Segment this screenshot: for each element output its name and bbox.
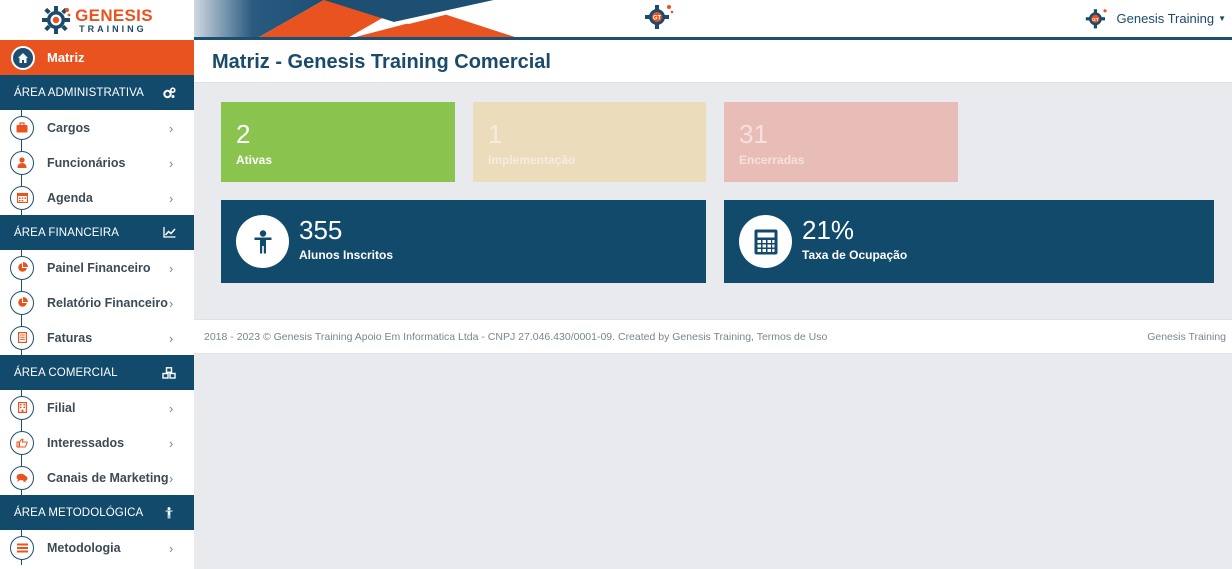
section-title: ÁREA ADMINISTRATIVA <box>14 86 144 99</box>
pie-chart-icon <box>10 290 34 315</box>
section-area-metodologica: ÁREA METODOLÓGICA <box>0 495 194 530</box>
sidebar: Matriz ÁREA ADMINISTRATIVA Cargos › Func… <box>0 40 194 569</box>
banner-decoration <box>194 0 524 40</box>
child-icon <box>236 215 289 268</box>
sidebar-item-agenda[interactable]: Agenda › <box>0 180 194 215</box>
card-label: Implementação <box>488 153 576 167</box>
section-area-financeira: ÁREA FINANCEIRA <box>0 215 194 250</box>
sidebar-item-label: Matriz <box>47 50 85 65</box>
card-value: 1 <box>488 119 503 149</box>
home-icon <box>11 45 35 70</box>
top-bar: GENESIS TRAINING GT GT Genesis Training … <box>0 0 1232 40</box>
sidebar-item-label: Funcionários <box>47 155 126 170</box>
sidebar-item-filial[interactable]: Filial › <box>0 390 194 425</box>
sidebar-item-label: Cargos <box>47 120 91 135</box>
chevron-right-icon: › <box>169 471 174 486</box>
sidebar-item-funcionarios[interactable]: Funcionários › <box>0 145 194 180</box>
status-card-implementacao[interactable]: 1 Implementação <box>473 102 706 182</box>
sidebar-item-cargos[interactable]: Cargos › <box>0 110 194 145</box>
sidebar-item-label: Painel Financeiro <box>47 260 151 275</box>
document-icon <box>10 325 34 350</box>
sidebar-item-interessados[interactable]: Interessados › <box>0 425 194 460</box>
comments-icon <box>10 465 34 490</box>
stat-value: 355 <box>299 215 343 245</box>
stat-label: Taxa de Ocupação <box>802 248 908 262</box>
calculator-icon <box>739 215 792 268</box>
section-area-administrativa: ÁREA ADMINISTRATIVA <box>0 75 194 110</box>
line-chart-icon <box>162 226 176 240</box>
svg-text:GT: GT <box>1092 17 1099 23</box>
chevron-right-icon: › <box>169 296 174 311</box>
header-banner <box>194 0 1232 40</box>
building-icon <box>10 395 34 420</box>
sidebar-item-metodologia[interactable]: Metodologia › <box>0 530 194 565</box>
section-area-comercial: ÁREA COMERCIAL <box>0 355 194 390</box>
sidebar-item-label: Filial <box>47 400 76 415</box>
chevron-right-icon: › <box>169 261 174 276</box>
cubes-icon <box>162 366 176 380</box>
stat-label: Alunos Inscritos <box>299 248 394 262</box>
sidebar-item-faturas[interactable]: Faturas › <box>0 320 194 355</box>
briefcase-icon <box>10 115 34 140</box>
card-label: Encerradas <box>739 153 805 167</box>
footer-brand: Genesis Training <box>1147 330 1226 343</box>
gt-gear-logo-icon: GT <box>644 3 674 29</box>
footer-copyright: 2018 - 2023 © Genesis Training Apoio Em … <box>204 330 828 343</box>
chevron-right-icon: › <box>169 191 174 206</box>
logo-title: GENESIS <box>75 5 153 25</box>
sidebar-item-painel-financeiro[interactable]: Painel Financeiro › <box>0 250 194 285</box>
card-label: Ativas <box>236 153 273 167</box>
gear-logo-icon <box>42 6 71 34</box>
sidebar-item-label: Agenda <box>47 190 93 205</box>
logo-subtitle: TRAINING <box>79 23 147 34</box>
stat-value: 21% <box>802 215 855 245</box>
svg-text:GT: GT <box>653 16 662 22</box>
page-title: Matriz - Genesis Training Comercial <box>212 51 551 73</box>
chevron-right-icon: › <box>169 401 174 416</box>
status-card-encerradas[interactable]: 31 Encerradas <box>724 102 958 182</box>
user-avatar-gear-icon: GT <box>1085 9 1107 29</box>
sidebar-item-label: Canais de Marketing <box>47 470 169 485</box>
page-header: Matriz - Genesis Training Comercial <box>194 40 1232 83</box>
chevron-right-icon: › <box>169 156 174 171</box>
stat-card-taxa-de-ocupacao: 21% Taxa de Ocupação <box>724 200 1214 283</box>
sidebar-item-label: Interessados <box>47 435 125 450</box>
user-name: Genesis Training <box>1116 10 1215 26</box>
section-title: ÁREA FINANCEIRA <box>14 226 120 239</box>
calendar-icon <box>10 185 34 210</box>
chevron-right-icon: › <box>169 436 174 451</box>
status-card-ativas[interactable]: 2 Ativas <box>221 102 455 182</box>
sidebar-item-label: Relatório Financeiro <box>47 295 168 310</box>
cogs-icon <box>162 86 176 100</box>
card-value: 2 <box>236 119 251 149</box>
section-title: ÁREA COMERCIAL <box>14 366 118 379</box>
footer: 2018 - 2023 © Genesis Training Apoio Em … <box>194 319 1232 354</box>
card-value: 31 <box>739 119 768 149</box>
sidebar-item-canais-de-marketing[interactable]: Canais de Marketing › <box>0 460 194 495</box>
section-title: ÁREA METODOLÓGICA <box>14 506 144 519</box>
user-icon <box>10 150 34 175</box>
brand-logo[interactable]: GENESIS TRAINING <box>0 0 194 40</box>
sidebar-item-label: Faturas <box>47 330 93 345</box>
caret-down-icon: ▼ <box>1218 13 1226 23</box>
sidebar-item-relatorio-financeiro[interactable]: Relatório Financeiro › <box>0 285 194 320</box>
user-menu[interactable]: GT Genesis Training ▼ <box>1085 5 1226 31</box>
sidebar-item-matriz[interactable]: Matriz <box>0 40 194 75</box>
chevron-right-icon: › <box>169 121 174 136</box>
sidebar-item-label: Metodologia <box>47 540 121 555</box>
list-icon <box>10 535 34 560</box>
pie-chart-icon <box>10 255 34 280</box>
chevron-right-icon: › <box>169 331 174 346</box>
child-icon <box>162 506 176 520</box>
hand-pointer-icon <box>10 430 34 455</box>
chevron-right-icon: › <box>169 541 174 556</box>
stat-card-alunos-inscritos: 355 Alunos Inscritos <box>221 200 706 283</box>
